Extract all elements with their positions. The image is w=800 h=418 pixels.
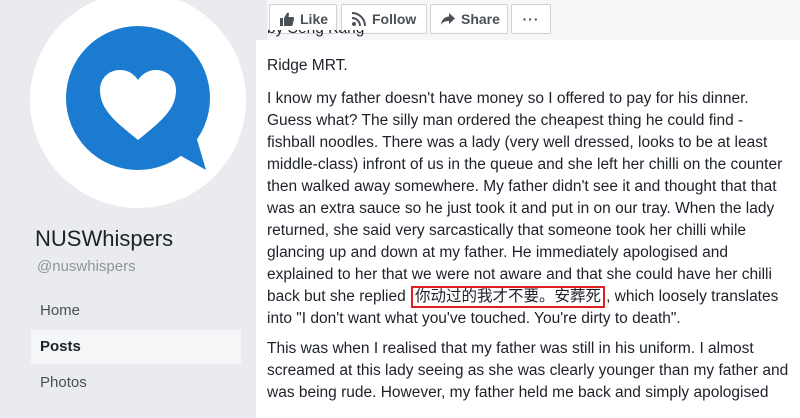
post-line: middle-class) infront of us in the queue… xyxy=(267,156,783,173)
quote-prefix: back but she replied xyxy=(267,288,406,305)
post-line: glancing up and down at my father. He im… xyxy=(267,244,728,261)
like-label: Like xyxy=(300,11,329,27)
sidebar-item-posts[interactable]: Posts xyxy=(31,330,241,364)
quote-suffix: , which loosely translates xyxy=(606,288,779,305)
more-icon: ··· xyxy=(522,11,540,27)
thumbs-up-icon xyxy=(280,12,294,26)
post-line: screamed at this lady seeing as she was … xyxy=(267,362,789,379)
share-label: Share xyxy=(461,11,500,27)
post-line: Guess what? The silly man ordered the ch… xyxy=(267,112,744,129)
rss-icon xyxy=(352,12,366,26)
page-sidebar: NUSWhispers @nuswhispers Home Posts Phot… xyxy=(0,0,258,418)
post-line: was being rude. However, my father held … xyxy=(267,384,769,401)
highlighted-quote: 你动过的我才不要。安葬死 xyxy=(411,286,606,308)
post-line: I know my father doesn't have money so I… xyxy=(267,90,749,107)
share-arrow-icon xyxy=(441,13,455,25)
post-body: by Seng Kang Ridge MRT. I know my father… xyxy=(256,30,800,418)
post-line: This was when I realised that my father … xyxy=(267,340,754,357)
page-handle[interactable]: @nuswhispers xyxy=(37,258,136,275)
more-options-button[interactable]: ··· xyxy=(511,4,551,34)
share-button[interactable]: Share xyxy=(430,4,508,34)
chat-heart-icon xyxy=(66,26,210,170)
quote-line: back but she replied 你动过的我才不要。安葬死, which… xyxy=(267,286,778,308)
post-line: fishball noodles. There was a lady (very… xyxy=(267,134,768,151)
post-line: was an extra sauce so he just took it an… xyxy=(267,200,775,217)
translation-line: into "I don't want what you've touched. … xyxy=(267,310,681,327)
post-line: explained to her that we were not aware … xyxy=(267,266,772,283)
post-line: then walked away somewhere. My father di… xyxy=(267,178,777,195)
post-line: Ridge MRT. xyxy=(267,57,348,74)
sidebar-item-home[interactable]: Home xyxy=(31,294,241,328)
page-title[interactable]: NUSWhispers xyxy=(35,226,173,252)
profile-picture[interactable] xyxy=(30,0,246,208)
cut-off-line: by Seng Kang xyxy=(267,30,364,40)
follow-label: Follow xyxy=(372,11,417,27)
post-line: returned, she said very sarcastically th… xyxy=(267,222,747,239)
sidebar-item-photos[interactable]: Photos xyxy=(31,366,241,400)
